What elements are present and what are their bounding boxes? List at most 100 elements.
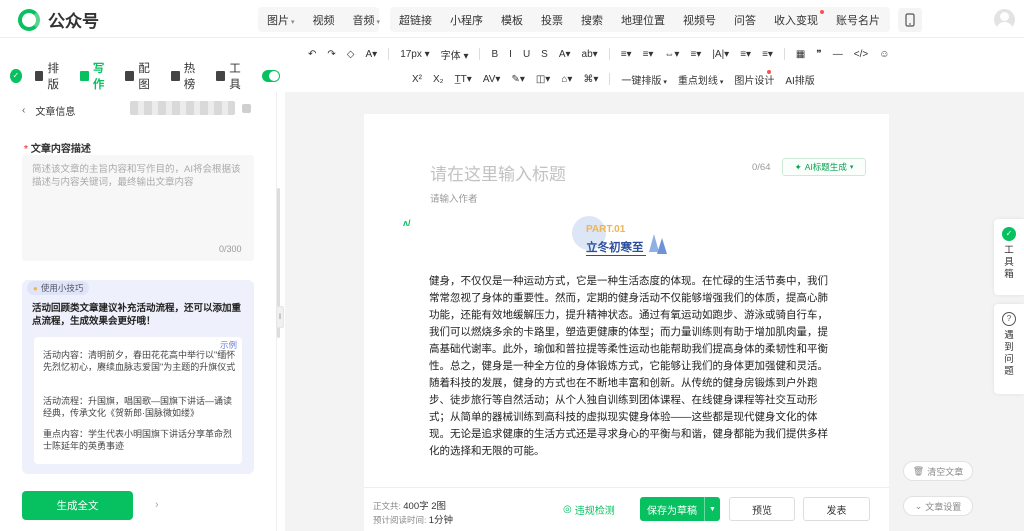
toolbar-button[interactable]: 17px ▾	[400, 49, 429, 60]
toolbar-button[interactable]: ≡▾	[643, 49, 654, 60]
tab-3[interactable]: 热榜	[170, 60, 202, 92]
author-input[interactable]: 请输入作者	[430, 191, 478, 205]
user-avatar[interactable]	[994, 9, 1015, 30]
tab-label: 排版	[47, 63, 59, 91]
toolbar-button[interactable]: AV▾	[483, 74, 501, 85]
toolbar-button[interactable]: ✎▾	[511, 74, 524, 85]
help-button[interactable]: ? 遇到问题	[994, 304, 1024, 394]
menu-item-label: 投票	[541, 14, 563, 27]
menu-item-8[interactable]: 收入变现	[765, 9, 827, 28]
menu-item-6[interactable]: 视频号	[674, 12, 725, 28]
mobile-preview-button[interactable]	[898, 8, 922, 32]
toolbar-button[interactable]: ⌂▾	[561, 74, 572, 85]
ai-assistant-icon[interactable]: ✓	[10, 69, 22, 83]
blurred-icon	[242, 104, 251, 113]
tab-1[interactable]: 写作	[80, 60, 111, 92]
app-logo[interactable]: 公众号	[18, 7, 99, 32]
menu-item-label: 收入变现	[774, 14, 818, 27]
menu-item-0[interactable]: 图片 ▾	[258, 12, 304, 28]
toolbar-button[interactable]: </>	[854, 49, 868, 60]
format-toolbar-row2: X² X₂ T̲T▾ AV▾ ✎▾ ◫▾ ⌂▾ ⌘▾ 一键排版 ▾ 重点划线 ▾ 图片设计 AI排版	[412, 69, 826, 88]
toolbar-button[interactable]: X²	[412, 74, 422, 85]
app-name: 公众号	[48, 12, 99, 31]
menu-item-3[interactable]: 投票	[532, 12, 572, 28]
ai-write-float-icon[interactable]: ʌ/	[403, 218, 411, 228]
menu-item-1[interactable]: 视频	[304, 12, 344, 28]
toolbar-button[interactable]: —	[833, 49, 843, 60]
toggle-switch[interactable]	[261, 70, 280, 82]
chevron-double-down-icon: ⌄	[914, 500, 923, 511]
toolbar-feature-button[interactable]: 重点划线 ▾	[678, 72, 723, 87]
toolbar-button[interactable]: ❞	[816, 49, 821, 60]
desc-placeholder: 简述该文章的主旨内容和写作目的，AI将会根据该描述与内容关键词，最终输出文章内容	[32, 164, 241, 188]
article-body[interactable]: 健身，不仅仅是一种运动方式，它是一种生活态度的体现。在忙碌的生活节奏中，我们常常…	[429, 273, 829, 460]
menu-item-4[interactable]: 搜索	[572, 12, 612, 28]
panel-resize-handle[interactable]: ‖	[276, 306, 284, 328]
toolbar-button[interactable]: X₂	[433, 74, 444, 85]
toolbar-button[interactable]: ≡▾	[690, 49, 701, 60]
ai-title-button[interactable]: ✦ AI标题生成 ▾	[782, 158, 866, 176]
toolbar-button[interactable]: ↷	[327, 49, 335, 60]
violation-check-button[interactable]: ◎ 违规检测	[563, 502, 615, 517]
toolbar-button[interactable]: A▾	[365, 49, 377, 60]
save-draft-button[interactable]: 保存为草稿 ▼	[640, 497, 720, 521]
ai-title-label: AI标题生成	[804, 162, 847, 172]
question-icon: ?	[1002, 312, 1016, 326]
menu-item-7[interactable]: 问答	[725, 12, 765, 28]
toolbar-button[interactable]: ⇔▾	[664, 49, 679, 60]
panel-header-title: 文章信息	[35, 106, 76, 118]
toolbox-button[interactable]: ✓ 工具箱	[994, 219, 1024, 295]
toolbar-feature-label: 图片设计	[734, 75, 775, 87]
toolbar-button[interactable]: |A|▾	[712, 49, 729, 60]
toolbar-button[interactable]: A▾	[559, 49, 571, 60]
menu-item-label: 视频	[312, 14, 335, 27]
tip-item: 活动流程：升国旗，唱国歌—国旗下讲话—诵读经典，传承文化《贺新郎·国脉微如缕》	[43, 396, 233, 418]
toolbar-button[interactable]: U	[523, 49, 530, 60]
back-arrow-icon[interactable]: ‹	[22, 105, 25, 116]
toolbar-button[interactable]: ⌘▾	[583, 74, 598, 85]
toolbar-button[interactable]: ↶	[308, 49, 316, 60]
clear-article-button[interactable]: 🗑 清空文章	[903, 461, 973, 481]
menu-item-0[interactable]: 超链接	[390, 12, 441, 28]
toolbar-button[interactable]: ☺	[879, 49, 889, 60]
menu-item-2[interactable]: 音频 ▾	[344, 12, 390, 28]
chevron-right-icon[interactable]: ›	[155, 499, 159, 511]
toolbar-button[interactable]: ▦	[796, 49, 805, 60]
menu-item-5[interactable]: 地理位置	[612, 12, 674, 28]
tab-0[interactable]: 排版	[34, 60, 66, 92]
article-settings-button[interactable]: ⌄ 文章设置	[903, 496, 973, 516]
ai-write-icon	[80, 71, 89, 81]
generate-article-button[interactable]: 生成全文	[22, 491, 133, 520]
menu-item-2[interactable]: 模板	[492, 12, 532, 28]
toolbar-feature-button[interactable]: 图片设计	[734, 69, 775, 87]
toolbar-feature-button[interactable]: 一键排版 ▾	[621, 72, 666, 87]
part-label: PART.01	[586, 224, 626, 235]
title-input[interactable]: 请在这里输入标题	[430, 160, 566, 185]
toolbar-feature-button[interactable]: AI排版	[785, 72, 814, 87]
toolbar-button[interactable]: ≡▾	[762, 49, 773, 60]
toolbar-button[interactable]: S	[541, 49, 548, 60]
toolbar-button[interactable]: ≡▾	[621, 49, 632, 60]
toolbar-button[interactable]: ≡▾	[740, 49, 751, 60]
chevron-down-icon[interactable]: ▼	[704, 497, 720, 521]
read-time-label: 预计阅读时间:	[373, 515, 427, 525]
toolbar-button[interactable]: ab▾	[582, 49, 598, 60]
toolbar-button[interactable]: B	[491, 49, 498, 60]
part-title[interactable]: 立冬初寒至	[586, 239, 644, 255]
tab-4[interactable]: 工具	[216, 60, 247, 92]
menu-item-label: 视频号	[683, 14, 716, 27]
publish-button[interactable]: 发表	[803, 497, 870, 521]
toolbar-button[interactable]: T̲T▾	[455, 74, 472, 85]
preview-button[interactable]: 预览	[729, 497, 795, 521]
blurred-account-name	[130, 101, 235, 115]
toolbar-button[interactable]: I	[509, 49, 512, 60]
desc-char-count: 0/300	[219, 244, 242, 254]
menu-item-9[interactable]: 账号名片	[827, 12, 889, 28]
toolbar-button[interactable]: ◇	[347, 49, 355, 60]
menu-item-1[interactable]: 小程序	[441, 12, 492, 28]
toolbar-button[interactable]: 字体 ▾	[441, 47, 469, 62]
toolbar-button[interactable]: ◫▾	[536, 74, 550, 85]
wechat-logo-icon	[18, 8, 40, 31]
tab-2[interactable]: 配图	[125, 60, 156, 92]
menu-item-label: 搜索	[581, 14, 603, 27]
